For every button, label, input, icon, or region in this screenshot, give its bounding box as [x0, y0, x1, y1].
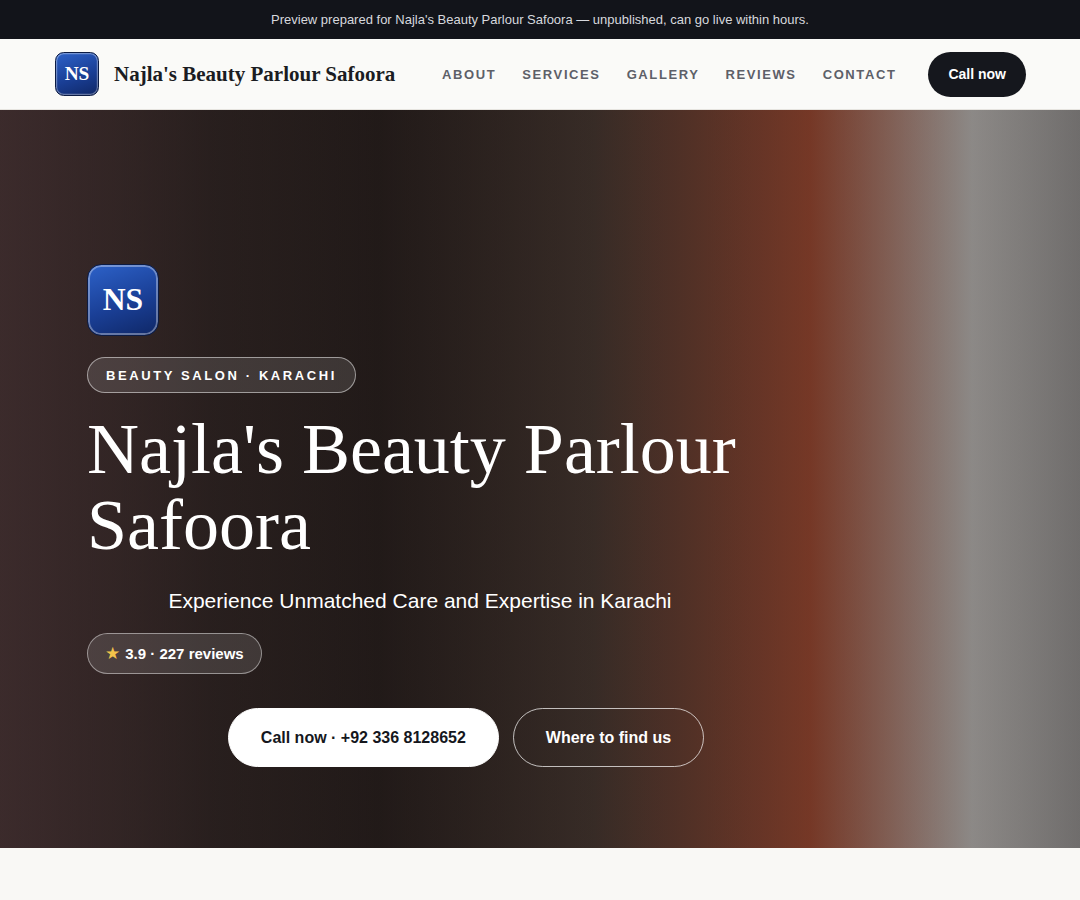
call-now-button[interactable]: Call now	[928, 52, 1026, 97]
preview-banner: Preview prepared for Najla's Beauty Parl…	[0, 0, 1080, 39]
next-section	[0, 848, 1080, 900]
nav-links: ABOUT SERVICES GALLERY REVIEWS CONTACT	[442, 67, 896, 82]
navbar: NS Najla's Beauty Parlour Safoora ABOUT SER…	[0, 39, 1080, 110]
brand-name[interactable]: Najla's Beauty Parlour Safoora	[114, 62, 395, 87]
hero-buttons: Call now · +92 336 8128652Where to find …	[87, 708, 845, 767]
hero-logo: NS	[87, 264, 159, 336]
nav-link[interactable]: REVIEWS	[725, 67, 796, 82]
star-icon: ★	[105, 643, 120, 664]
nav-link[interactable]: GALLERY	[627, 67, 700, 82]
nav-link[interactable]: ABOUT	[442, 67, 496, 82]
category-badge: BEAUTY SALON · KARACHI	[87, 357, 356, 393]
hero-title: Najla's Beauty Parlour Safoora	[87, 411, 787, 563]
hero: NS BEAUTY SALON · KARACHI Najla's Beauty P…	[0, 110, 1080, 848]
nav-link[interactable]: SERVICES	[522, 67, 600, 82]
rating-text: 3.9 · 227 reviews	[125, 645, 243, 662]
location-button[interactable]: Where to find us	[513, 708, 704, 767]
page: Preview prepared for Najla's Beauty Parl…	[0, 0, 1080, 900]
brand-logo[interactable]: NS	[55, 52, 99, 96]
hero-subtitle: Experience Unmatched Care and Expertise …	[87, 589, 753, 613]
nav-link[interactable]: CONTACT	[823, 67, 897, 82]
rating-pill: ★ 3.9 · 227 reviews	[87, 633, 262, 674]
call-button[interactable]: Call now · +92 336 8128652	[228, 708, 499, 767]
